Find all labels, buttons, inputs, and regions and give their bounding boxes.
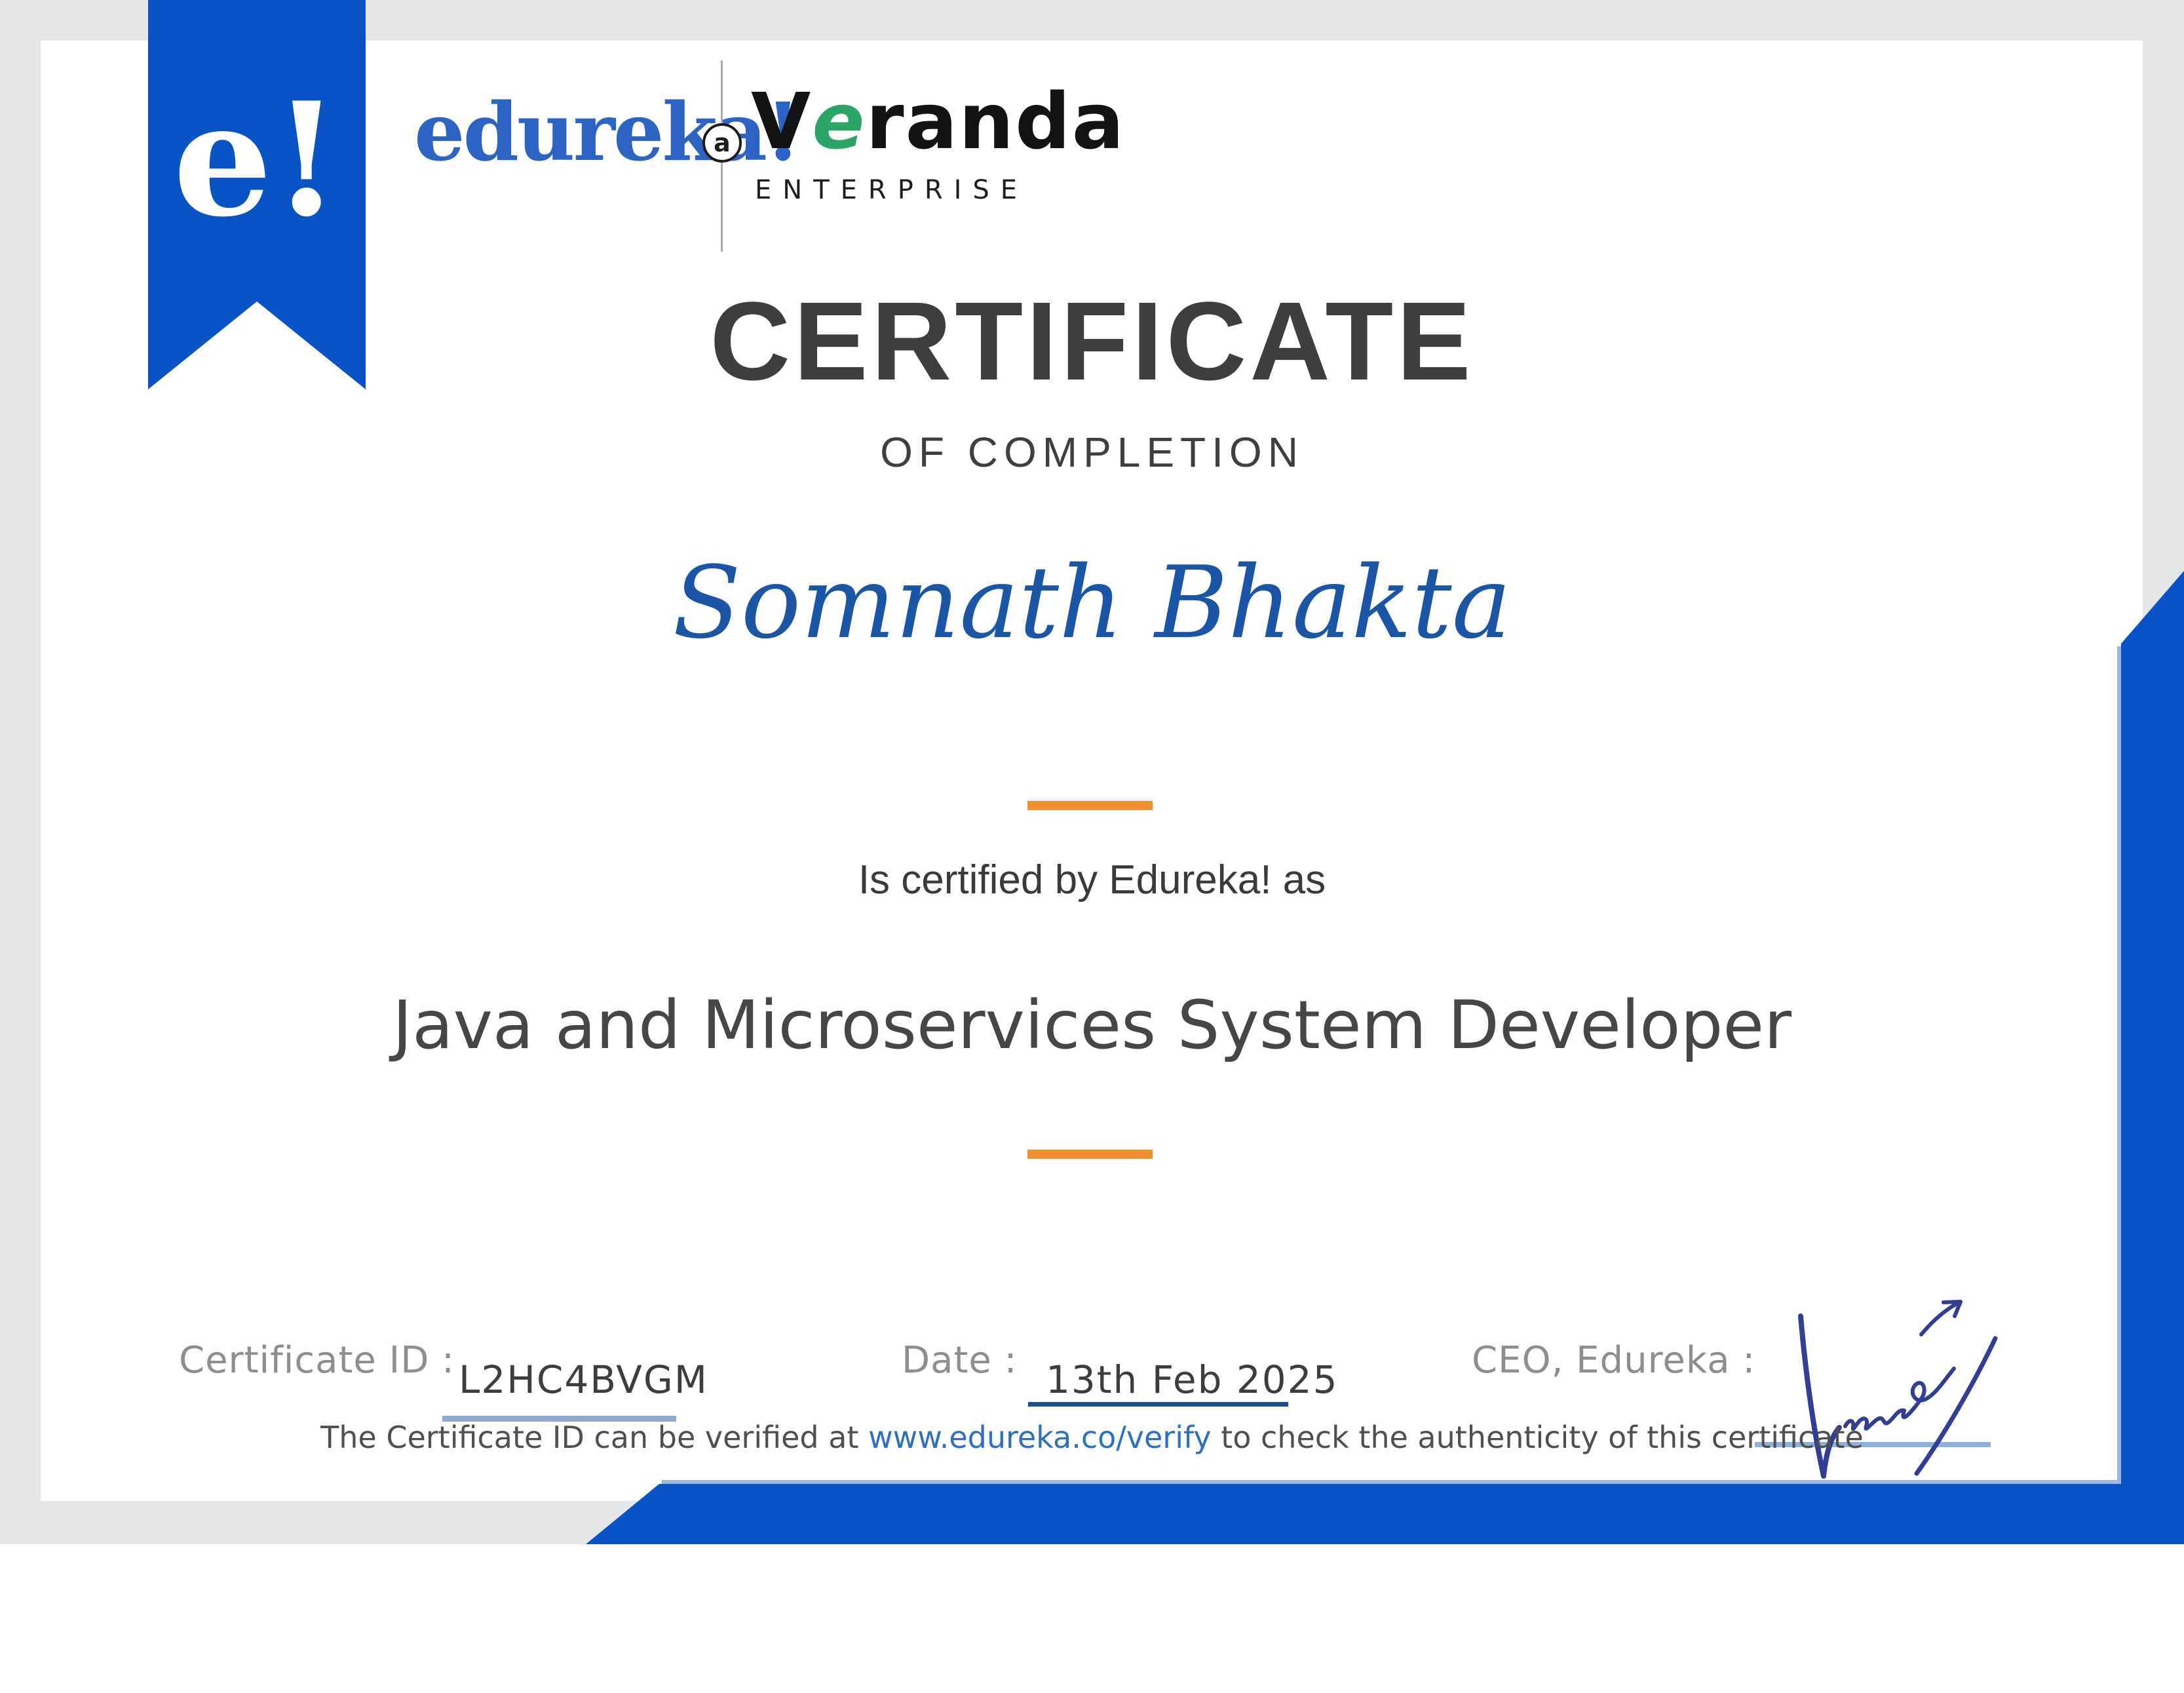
- verify-text-prefix: The Certificate ID can be verified at: [320, 1420, 869, 1455]
- edureka-logo: edureka!: [414, 85, 801, 179]
- certificate-id-label: Certificate ID :: [179, 1339, 455, 1382]
- orange-divider-top: [1027, 801, 1153, 810]
- verify-link[interactable]: www.edureka.co/verify: [868, 1420, 1212, 1455]
- date-value: 13th Feb 2025: [1046, 1357, 1339, 1402]
- orange-divider-bottom: [1027, 1150, 1153, 1159]
- date-underline: [1028, 1402, 1288, 1407]
- ceo-label: CEO, Edureka :: [1472, 1339, 1756, 1382]
- date-label: Date :: [902, 1339, 1018, 1382]
- edureka-monogram-icon: e!: [173, 69, 341, 252]
- veranda-logo-v: V: [751, 76, 813, 166]
- verify-text-suffix: to check the authenticity of this certif…: [1211, 1420, 1864, 1455]
- veranda-logo-rest: randa: [866, 76, 1126, 166]
- certification-statement: Is certified by Edureka! as: [858, 857, 1326, 903]
- veranda-logo: Veranda: [751, 83, 1125, 160]
- certificate-subtitle: OF COMPLETION: [880, 429, 1304, 476]
- signature-arrow-stroke: [1919, 1300, 1963, 1336]
- certificate-page: e! edureka! a Veranda ENTERPRISE CERTIFI…: [0, 0, 2184, 1693]
- verification-note: The Certificate ID can be verified at ww…: [0, 1420, 2184, 1456]
- certificate-title: CERTIFICATE: [710, 279, 1474, 404]
- veranda-leaf-e-icon: e: [812, 76, 866, 166]
- recipient-name: Somnath Bhakta: [672, 545, 1512, 661]
- course-title: Java and Microservices System Developer: [392, 986, 1792, 1064]
- connector-a-badge: a: [702, 123, 742, 163]
- veranda-enterprise-subtitle: ENTERPRISE: [755, 175, 1029, 205]
- certificate-id-value: L2HC4BVGM: [459, 1357, 708, 1402]
- ceo-signature-icon: [1798, 1300, 1998, 1479]
